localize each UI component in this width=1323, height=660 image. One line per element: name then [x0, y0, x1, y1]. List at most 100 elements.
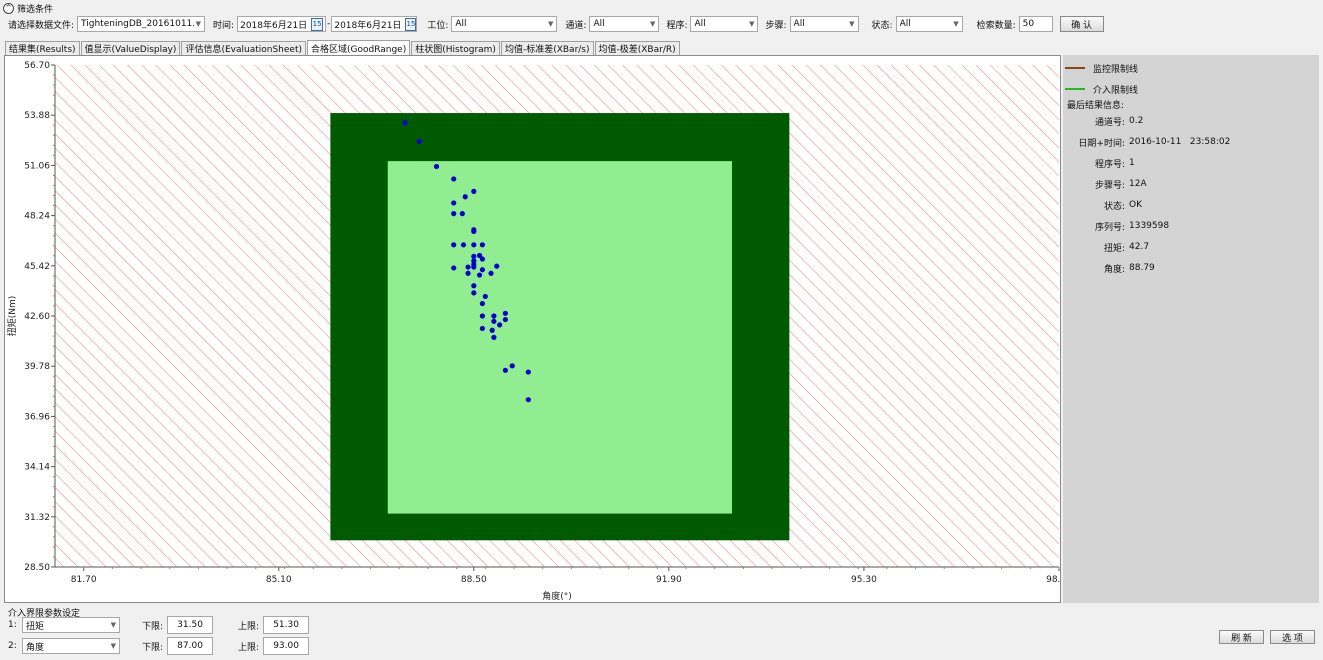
upper-limit-input[interactable]: 93.00: [263, 637, 310, 655]
db-file-label: 请选择数据文件:: [8, 20, 75, 31]
side-panel: 监控限制线 介入限制线 最后结果信息: 通道号: 0.2 日期+时间: 2016-10…: [1063, 55, 1319, 603]
tab-2[interactable]: 评估信息(EvaluationSheet): [181, 41, 306, 55]
data-point: [479, 242, 486, 248]
legend-intervene: 介入限制线: [1065, 83, 1138, 96]
data-point: [479, 313, 486, 319]
y-tick-label: 48.24: [24, 212, 50, 222]
tab-3[interactable]: 合格区域(GoodRange): [306, 40, 411, 55]
info-value: 1339598: [1129, 221, 1170, 231]
data-point: [451, 211, 457, 217]
info-row: 步骤号: 12A: [1063, 178, 1319, 191]
data-point: [451, 200, 457, 206]
parameter-section: 介入界限参数设定 1: 扭矩 ▼ 下限: 31.50 上限: 51.30 2: 角度 ▼ 下限: 87…: [0, 604, 1323, 660]
filter-section-title: 筛选条件: [17, 4, 54, 15]
info-key: 步骤号:: [1094, 180, 1125, 191]
data-point: [491, 334, 497, 340]
calendar-icon[interactable]: 15: [311, 17, 324, 31]
chevron-down-icon: ▼: [849, 20, 855, 28]
data-point: [488, 270, 494, 276]
param-name-select[interactable]: 角度 ▼: [22, 638, 120, 654]
time-label: 时间:: [213, 20, 235, 31]
step-select[interactable]: All ▼: [789, 16, 859, 32]
info-value: 12A: [1129, 179, 1147, 189]
status-select[interactable]: All ▼: [895, 16, 963, 32]
info-row: 状态: OK: [1063, 199, 1319, 212]
data-point: [509, 363, 515, 369]
data-point: [471, 283, 477, 289]
legend-swatch-intervene: [1065, 88, 1085, 90]
chevron-down-icon: ▼: [953, 20, 959, 28]
y-axis-label: 扭矩(Nm): [6, 296, 18, 337]
x-tick-label: 81.70: [71, 575, 97, 585]
tab-5[interactable]: 均值-标准差(XBar/s): [500, 41, 594, 55]
x-tick-label: 85.10: [266, 575, 292, 585]
data-point: [471, 242, 477, 248]
station-label: 工位:: [427, 20, 449, 31]
refresh-button[interactable]: 刷 新: [1219, 630, 1264, 644]
upper-limit-input[interactable]: 51.30: [263, 616, 310, 634]
tab-1[interactable]: 值显示(ValueDisplay): [80, 41, 181, 55]
y-tick-label: 28.50: [24, 563, 50, 573]
info-title: 最后结果信息:: [1067, 101, 1125, 111]
step-label: 步骤:: [765, 20, 787, 31]
data-point: [471, 188, 477, 194]
data-point: [462, 194, 468, 200]
date-to-picker[interactable]: 2018年6月21日 15: [331, 16, 418, 32]
options-button[interactable]: 选 项: [1270, 630, 1315, 644]
info-row: 序列号: 1339598: [1063, 220, 1319, 233]
data-point: [497, 322, 503, 328]
x-tick-label: 91.90: [656, 575, 682, 585]
tab-bar: 结果集(Results) 值显示(ValueDisplay) 评估信息(Evalua…: [5, 40, 681, 55]
channel-select[interactable]: All ▼: [589, 16, 660, 32]
upper-limit-label: 上限:: [238, 621, 260, 632]
y-tick-label: 34.14: [24, 463, 50, 473]
info-row: 通道号: 0.2: [1063, 115, 1319, 128]
chevron-down-icon: ▼: [110, 621, 116, 629]
data-point: [479, 300, 486, 307]
info-key: 状态:: [1103, 201, 1125, 212]
upper-limit-label: 上限:: [238, 642, 260, 653]
x-tick-label: 88.50: [461, 575, 487, 585]
tab-4[interactable]: 柱状图(Histogram): [411, 41, 500, 55]
info-key: 序列号:: [1094, 222, 1125, 233]
info-key: 角度:: [1103, 264, 1125, 275]
db-file-select[interactable]: TighteningDB_20161011.db▼: [77, 16, 206, 32]
data-point: [471, 264, 477, 270]
data-point: [491, 318, 497, 324]
channel-label: 通道:: [565, 20, 587, 31]
data-point: [460, 242, 467, 248]
calendar-icon[interactable]: 15: [405, 17, 417, 31]
info-key: 扭矩:: [1103, 243, 1125, 254]
data-point: [465, 270, 471, 276]
data-point: [502, 367, 508, 373]
count-label: 检索数量:: [976, 20, 1016, 31]
tab-0[interactable]: 结果集(Results): [5, 41, 80, 55]
intervene-zone: [387, 161, 732, 514]
info-row: 扭矩: 42.7: [1063, 241, 1319, 254]
param-name-select[interactable]: 扭矩 ▼: [22, 617, 120, 633]
collapse-icon[interactable]: ^: [3, 2, 14, 14]
program-select[interactable]: All ▼: [690, 16, 759, 32]
filter-bar: 请选择数据文件: TighteningDB_20161011.db▼ 时间: 2…: [8, 15, 1104, 33]
data-point: [494, 263, 500, 269]
info-key: 通道号:: [1094, 117, 1125, 128]
lower-limit-input[interactable]: 87.00: [167, 637, 214, 655]
y-tick-label: 36.96: [24, 412, 50, 422]
program-label: 程序:: [666, 20, 688, 31]
legend-monitor: 监控限制线: [1065, 62, 1138, 75]
chevron-down-icon: ▼: [195, 20, 202, 28]
y-tick-label: 53.88: [24, 111, 50, 121]
count-input[interactable]: 50: [1018, 16, 1053, 32]
data-point: [479, 267, 486, 273]
date-from-picker[interactable]: 2018年6月21日 15: [237, 16, 327, 32]
legend-swatch-monitor: [1065, 67, 1085, 69]
filter-section-header[interactable]: ^ 筛选条件: [3, 2, 54, 15]
y-tick-label: 56.70: [24, 61, 50, 71]
lower-limit-input[interactable]: 31.50: [167, 616, 214, 634]
date-separator: -: [327, 19, 331, 29]
info-value: 0.2: [1129, 116, 1144, 126]
confirm-button[interactable]: 确 认: [1059, 16, 1104, 32]
station-select[interactable]: All ▼: [451, 16, 558, 32]
tab-6[interactable]: 均值-极差(XBar/R): [594, 41, 680, 55]
data-point: [471, 290, 477, 296]
